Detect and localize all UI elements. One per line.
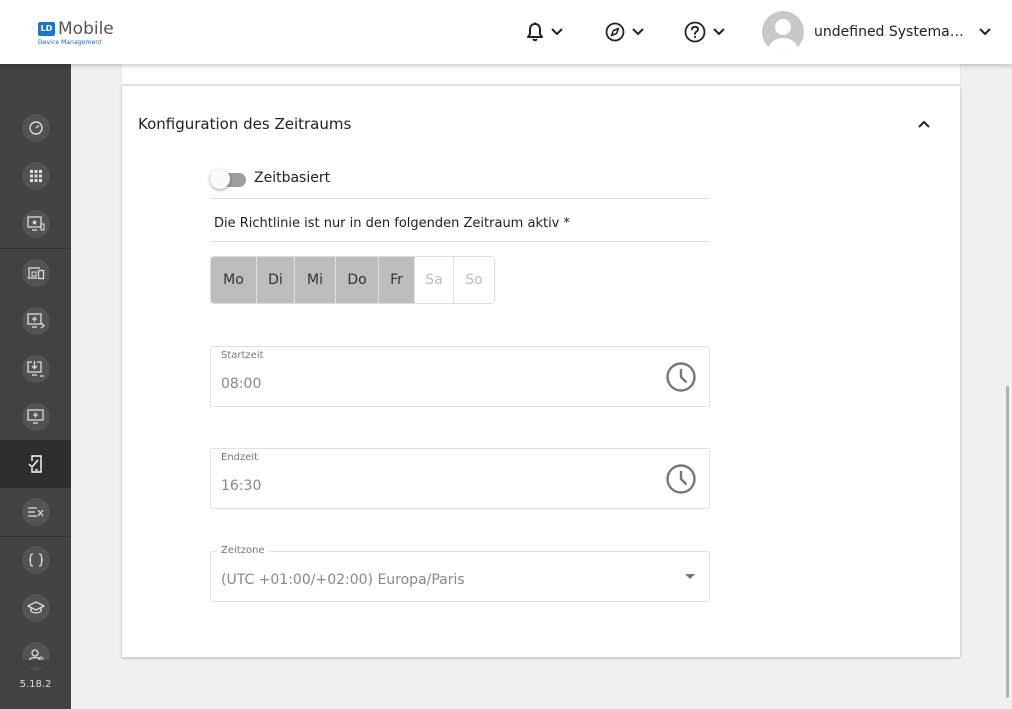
- user-menu[interactable]: undefined Systemadmi...: [762, 11, 992, 53]
- list-x-icon: [27, 507, 43, 517]
- time-based-label: Zeitbasiert: [254, 170, 331, 186]
- day-friday-button[interactable]: Fr: [379, 257, 415, 303]
- sidebar-item-deploy[interactable]: [0, 297, 71, 345]
- sidebar-item-training[interactable]: [0, 584, 71, 632]
- sidebar-item-add-device[interactable]: [0, 393, 71, 441]
- start-time-field[interactable]: Startzeit 08:00: [210, 346, 710, 407]
- avatar: [762, 11, 804, 53]
- monitor-plus-icon: [26, 409, 44, 424]
- monitor-star-icon: [26, 216, 45, 231]
- messages-button[interactable]: [605, 18, 645, 46]
- day-wednesday-button[interactable]: Mi: [295, 257, 336, 303]
- day-monday-button[interactable]: Mo: [211, 257, 257, 303]
- sidebar-item-policies[interactable]: [0, 440, 71, 488]
- user-name: undefined Systemadmi...: [814, 24, 966, 40]
- chevron-down-icon: [713, 28, 725, 36]
- phone-check-icon: [28, 455, 42, 473]
- day-sunday-button[interactable]: So: [454, 257, 494, 303]
- sidebar-item-remote[interactable]: [0, 200, 71, 248]
- end-time-label: Endzeit: [221, 452, 259, 463]
- help-icon: [684, 21, 706, 43]
- logo-main-text: Mobile: [58, 19, 114, 39]
- chevron-down-icon: [551, 28, 563, 36]
- chevron-up-icon: [918, 120, 930, 128]
- policy-active-label: Die Richtlinie ist nur in den folgenden …: [214, 216, 571, 231]
- sidebar-item-apps[interactable]: [0, 152, 71, 200]
- sidebar-item-scripts[interactable]: [0, 536, 71, 584]
- grid-icon: [29, 170, 42, 182]
- start-time-value: 08:00: [221, 376, 262, 392]
- compass-icon: [605, 22, 625, 42]
- sidebar-item-devices[interactable]: [0, 249, 71, 297]
- logo-badge: LD: [38, 22, 55, 36]
- clock-icon[interactable]: [665, 361, 697, 393]
- timezone-value: (UTC +01:00/+02:00) Europa/Paris: [221, 572, 465, 588]
- divider: [210, 241, 710, 242]
- monitor-plus-arrow-icon: [26, 313, 45, 329]
- bell-icon: [527, 22, 543, 42]
- end-time-value: 16:30: [221, 478, 262, 494]
- app-header: LD Mobile Device Management undefined Sy…: [0, 0, 1012, 64]
- devices-icon: [27, 267, 44, 280]
- notifications-button[interactable]: [526, 18, 564, 46]
- day-saturday-button[interactable]: Sa: [415, 257, 454, 303]
- help-button[interactable]: [684, 18, 726, 46]
- braces-icon: [28, 553, 43, 567]
- timezone-label: Zeitzone: [217, 545, 269, 556]
- weekday-selector: Mo Di Mi Do Fr Sa So: [210, 256, 495, 304]
- logo-text: Mobile Device Management: [38, 19, 114, 46]
- app-version: 5.18.2: [19, 679, 52, 690]
- day-thursday-button[interactable]: Do: [336, 257, 379, 303]
- timezone-select[interactable]: Zeitzone (UTC +01:00/+02:00) Europa/Pari…: [210, 545, 710, 602]
- section-title: Konfiguration des Zeitraums: [138, 115, 352, 133]
- chevron-down-icon: [632, 28, 644, 36]
- sidebar-item-install[interactable]: [0, 345, 71, 393]
- start-time-label: Startzeit: [221, 350, 264, 361]
- clock-icon[interactable]: [665, 463, 697, 495]
- sidebar: 5.18.2: [0, 64, 71, 709]
- sidebar-item-users[interactable]: [0, 632, 71, 680]
- graduation-cap-icon: [26, 601, 45, 614]
- app-logo[interactable]: LD Mobile Device Management: [38, 20, 114, 46]
- sidebar-item-rules[interactable]: [0, 488, 71, 536]
- day-tuesday-button[interactable]: Di: [257, 257, 295, 303]
- page-scrollbar[interactable]: [1006, 386, 1009, 698]
- time-period-section: Konfiguration des Zeitraums Zeitbasiert …: [122, 86, 960, 657]
- dropdown-caret-icon: [685, 574, 695, 579]
- monitor-download-icon: [26, 361, 44, 377]
- chevron-down-icon: [979, 28, 991, 36]
- collapse-section-button[interactable]: [914, 114, 934, 134]
- speedometer-icon: [28, 121, 43, 135]
- logo-sub-text: Device Management: [38, 39, 102, 46]
- divider: [210, 198, 710, 199]
- sidebar-item-dashboard[interactable]: [0, 104, 71, 152]
- end-time-field[interactable]: Endzeit 16:30: [210, 448, 710, 509]
- time-based-toggle[interactable]: [210, 168, 246, 189]
- previous-section-card: [122, 64, 960, 85]
